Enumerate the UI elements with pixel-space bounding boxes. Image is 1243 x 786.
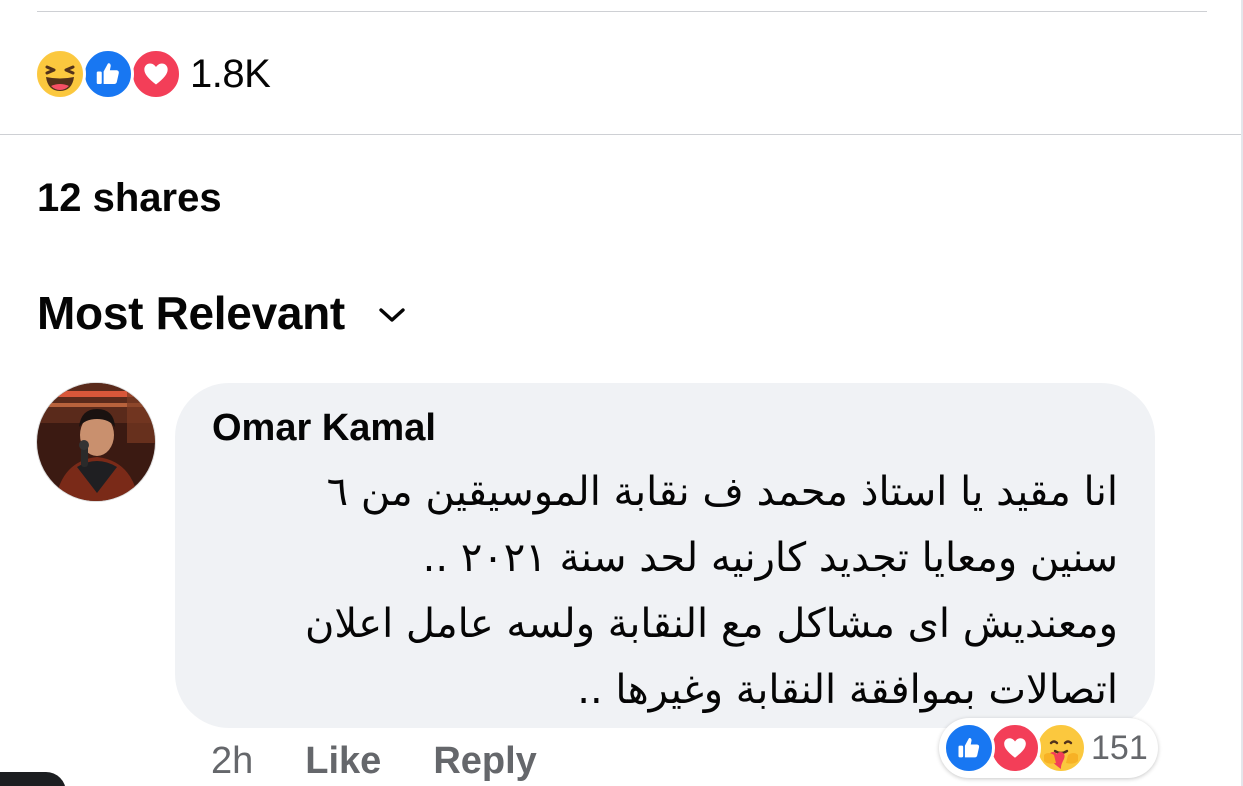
love-icon — [989, 722, 1041, 774]
divider — [0, 134, 1243, 135]
comment-text-line: ومعنديش اى مشاكل مع النقابة ولسه عامل اع… — [304, 601, 1118, 647]
haha-icon — [34, 48, 86, 100]
floating-element-edge — [0, 772, 66, 786]
care-icon — [1035, 722, 1087, 774]
like-icon — [82, 48, 134, 100]
comment-bubble: Omar Kamal انا مقيد يا استاذ محمد ف نقاب… — [175, 383, 1155, 728]
comment-text-line: انا مقيد يا استاذ محمد ف نقابة الموسيقين… — [326, 469, 1118, 515]
comment-author[interactable]: Omar Kamal — [212, 407, 436, 450]
comment-text: انا مقيد يا استاذ محمد ف نقابة الموسيقين… — [212, 459, 1118, 723]
comment-timestamp[interactable]: 2h — [211, 740, 253, 783]
comment-sort-dropdown[interactable]: Most Relevant — [37, 286, 409, 340]
divider — [37, 11, 1207, 12]
love-icon — [130, 48, 182, 100]
post-reactions-summary[interactable]: 1.8K — [34, 48, 271, 100]
comment-reactions-count: 151 — [1091, 728, 1148, 767]
like-icon — [943, 722, 995, 774]
post-detail: 1.8K 12 shares Most Relevant Omar Kamal — [0, 0, 1243, 786]
shares-count[interactable]: 12 shares — [37, 176, 222, 221]
reply-button[interactable]: Reply — [433, 740, 536, 783]
comment-text-line: اتصالات بموافقة النقابة وغيرها .. — [577, 667, 1118, 713]
sort-label: Most Relevant — [37, 287, 345, 339]
comment-actions: 2h Like Reply — [211, 740, 537, 783]
chevron-down-icon — [375, 298, 409, 332]
comment-reactions-summary[interactable]: 151 — [939, 718, 1158, 778]
reactions-count[interactable]: 1.8K — [190, 52, 271, 97]
comment-text-line: سنين ومعايا تجديد كارنيه لحد سنة ٢٠٢١ .. — [422, 535, 1118, 581]
like-button[interactable]: Like — [305, 740, 381, 783]
avatar[interactable] — [36, 382, 156, 502]
